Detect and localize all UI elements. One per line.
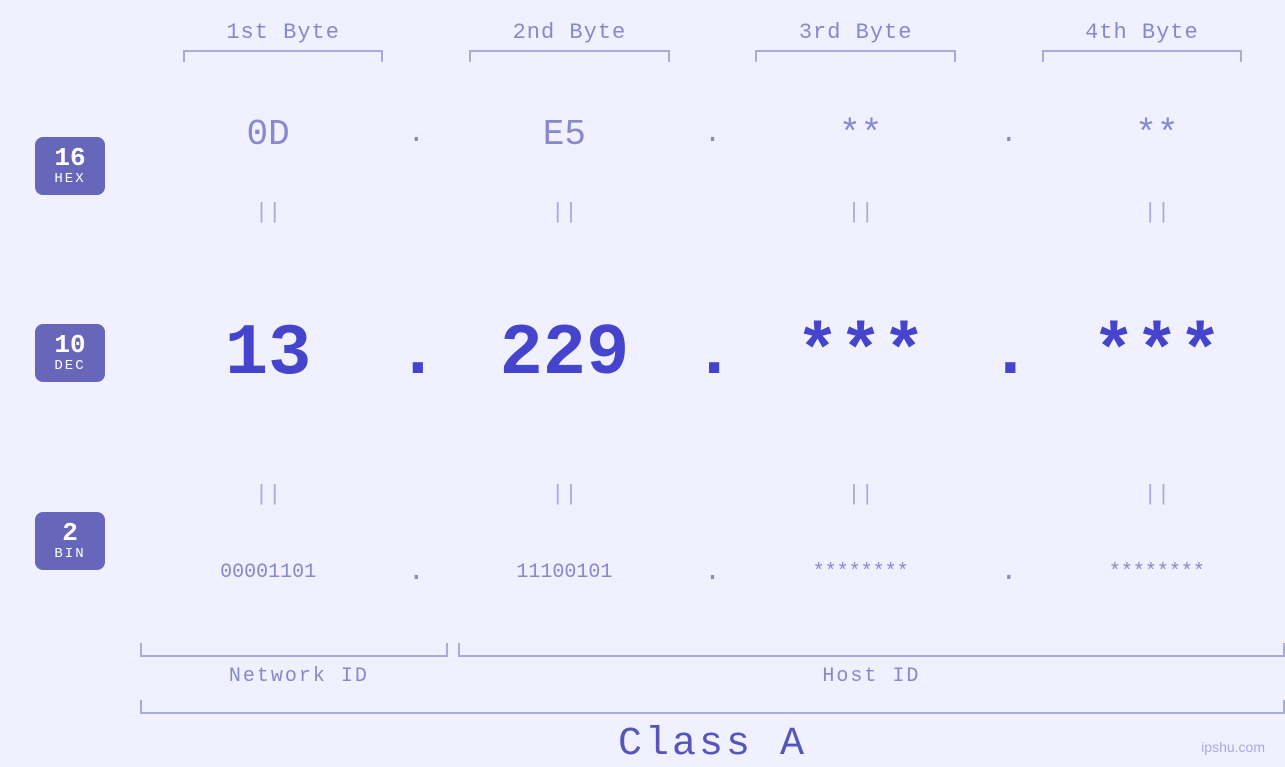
dec-dot3: . [989, 313, 1029, 395]
eq2-cell4: || [1029, 482, 1285, 507]
bin-byte3-cell: ******** [733, 561, 989, 584]
hex-byte2-cell: E5 [436, 114, 692, 155]
hex-row: 0D . E5 . ** . ** [140, 72, 1285, 198]
hex-byte4-cell: ** [1029, 114, 1285, 155]
main-container: 1st Byte 2nd Byte 3rd Byte 4th Byte 16 H… [0, 0, 1285, 767]
byte-grid: 0D . E5 . ** . ** || || [140, 72, 1285, 635]
dec-byte1-cell: 13 [140, 313, 396, 395]
hex-byte1-value: 0D [247, 114, 290, 155]
hex-byte1-cell: 0D [140, 114, 396, 155]
bin-byte3-value: ******** [813, 561, 909, 584]
bin-dot3: . [989, 557, 1029, 588]
byte1-label: 1st Byte [140, 20, 426, 45]
class-label: Class A [140, 722, 1285, 767]
eq1-cell1: || [140, 200, 396, 225]
top-brackets-row [140, 50, 1285, 62]
hex-num: 16 [49, 145, 91, 171]
bin-byte1-cell: 00001101 [140, 561, 396, 584]
host-id-bracket [458, 643, 1285, 657]
eq2-cell1: || [140, 482, 396, 507]
hex-byte3-cell: ** [733, 114, 989, 155]
dec-byte1-value: 13 [225, 313, 311, 395]
bottom-section: Network ID Host ID [140, 643, 1285, 688]
dec-name: DEC [49, 358, 91, 374]
dec-byte4-cell: *** [1029, 313, 1285, 395]
bracket-cell-4 [999, 50, 1285, 62]
bin-row: 00001101 . 11100101 . ******** . *******… [140, 509, 1285, 635]
overall-bracket-row: Class A [140, 700, 1285, 767]
dec-byte4-value: *** [1092, 313, 1222, 395]
hex-byte2-value: E5 [543, 114, 586, 155]
dec-badge: 10 DEC [35, 324, 105, 382]
overall-bracket [140, 700, 1285, 714]
eq2-cell3: || [733, 482, 989, 507]
bin-byte4-value: ******** [1109, 561, 1205, 584]
bin-name: BIN [49, 546, 91, 562]
hex-badge: 16 HEX [35, 137, 105, 195]
eq1-cell2: || [436, 200, 692, 225]
bin-dot1: . [396, 557, 436, 588]
bracket-cell-1 [140, 50, 426, 62]
byte3-label: 3rd Byte [713, 20, 999, 45]
bracket-line-4 [1042, 50, 1242, 62]
hex-dot2: . [693, 119, 733, 150]
dec-row: 13 . 229 . *** . *** [140, 228, 1285, 480]
dec-byte2-value: 229 [500, 313, 630, 395]
bracket-line-1 [183, 50, 383, 62]
dec-byte3-value: *** [796, 313, 926, 395]
eq1-cell3: || [733, 200, 989, 225]
dec-dot1: . [396, 313, 436, 395]
dec-dot2: . [693, 313, 733, 395]
bin-byte4-cell: ******** [1029, 561, 1285, 584]
base-labels: 16 HEX 10 DEC 2 BIN [0, 72, 140, 635]
content-area: 16 HEX 10 DEC 2 BIN 0D . E5 [0, 72, 1285, 635]
host-id-label: Host ID [458, 665, 1285, 688]
id-labels-row: Network ID Host ID [140, 665, 1285, 688]
eq2-cell2: || [436, 482, 692, 507]
bin-byte2-value: 11100101 [516, 561, 612, 584]
bin-dot2: . [693, 557, 733, 588]
bin-badge: 2 BIN [35, 512, 105, 570]
bin-num: 2 [49, 520, 91, 546]
dec-num: 10 [49, 332, 91, 358]
network-id-bracket [140, 643, 448, 657]
hex-name: HEX [49, 171, 91, 187]
hex-byte4-value: ** [1135, 114, 1178, 155]
equals-row-1: || || || || [140, 198, 1285, 228]
byte2-label: 2nd Byte [426, 20, 712, 45]
watermark: ipshu.com [1201, 739, 1265, 755]
bracket-cell-2 [426, 50, 712, 62]
equals-row-2: || || || || [140, 479, 1285, 509]
hex-dot1: . [396, 119, 436, 150]
byte4-label: 4th Byte [999, 20, 1285, 45]
hex-dot3: . [989, 119, 1029, 150]
dec-byte2-cell: 229 [436, 313, 692, 395]
network-id-label: Network ID [140, 665, 458, 688]
bracket-line-2 [469, 50, 669, 62]
bin-byte2-cell: 11100101 [436, 561, 692, 584]
hex-byte3-value: ** [839, 114, 882, 155]
byte-labels-row: 1st Byte 2nd Byte 3rd Byte 4th Byte [140, 20, 1285, 45]
bracket-line-3 [755, 50, 955, 62]
dec-byte3-cell: *** [733, 313, 989, 395]
bracket-cell-3 [713, 50, 999, 62]
eq1-cell4: || [1029, 200, 1285, 225]
id-brackets-container [140, 643, 1285, 657]
bin-byte1-value: 00001101 [220, 561, 316, 584]
